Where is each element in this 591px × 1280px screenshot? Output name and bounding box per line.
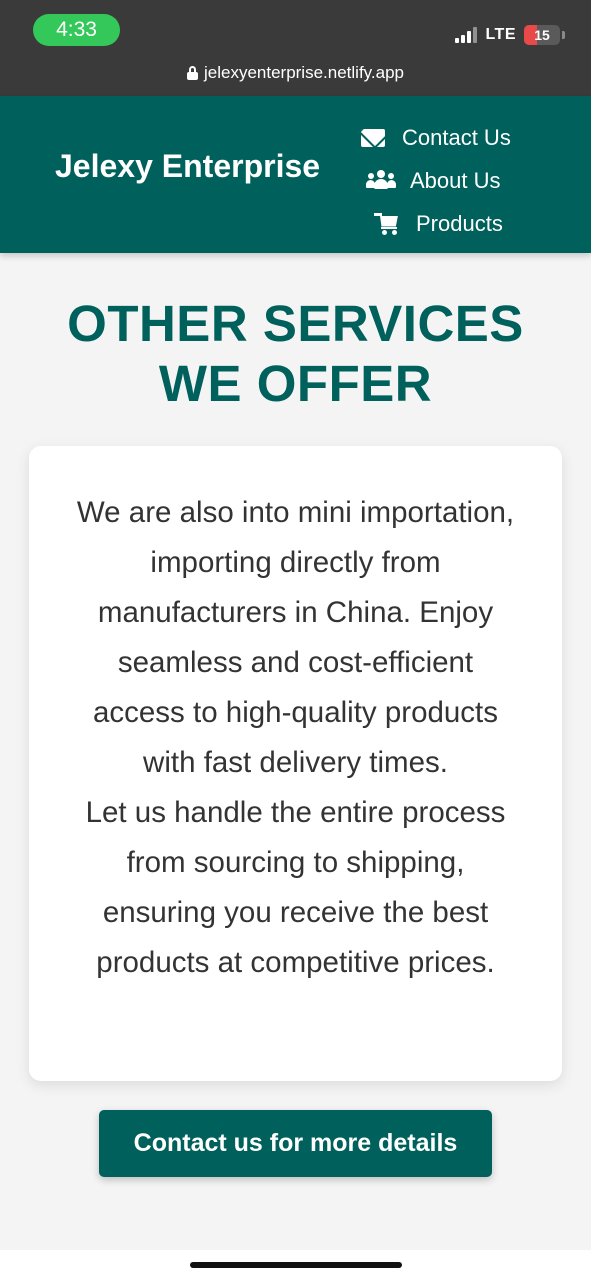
status-time: 4:33 <box>33 14 120 46</box>
services-paragraph-1: We are also into mini importation, impor… <box>76 496 515 779</box>
main-nav: Contact Us About Us Products <box>358 116 558 245</box>
nav-products[interactable]: Products <box>358 202 558 245</box>
nav-products-label: Products <box>416 210 503 236</box>
shopping-cart-icon <box>372 212 402 236</box>
status-bar: 4:33 LTE 15 jelexyenterprise.netlify.app <box>0 0 591 96</box>
section-title-line-1: OTHER SERVICES <box>67 295 524 352</box>
url-text: jelexyenterprise.netlify.app <box>203 63 404 82</box>
cellular-signal-icon <box>455 27 478 43</box>
nav-about-us-label: About Us <box>410 167 501 193</box>
nav-contact-us[interactable]: Contact Us <box>358 116 558 159</box>
services-paragraph-2: Let us handle the entire process from so… <box>85 796 506 979</box>
home-indicator[interactable] <box>190 1262 402 1268</box>
nav-about-us[interactable]: About Us <box>358 159 558 202</box>
nav-contact-us-label: Contact Us <box>402 124 511 150</box>
contact-details-button[interactable]: Contact us for more details <box>99 1110 492 1177</box>
brand-logo-text[interactable]: Jelexy Enterprise <box>55 144 320 188</box>
network-type-label: LTE <box>485 26 516 43</box>
services-card: We are also into mini importation, impor… <box>29 446 562 1081</box>
lock-icon <box>186 66 198 80</box>
services-description: We are also into mini importation, impor… <box>69 488 522 988</box>
users-icon <box>366 169 396 193</box>
battery-level-label: 15 <box>534 27 550 43</box>
address-bar[interactable]: jelexyenterprise.netlify.app <box>0 60 591 86</box>
battery-icon: 15 <box>524 25 560 45</box>
site-header: Jelexy Enterprise Contact Us About Us Pr… <box>0 96 591 253</box>
envelope-icon <box>358 126 388 150</box>
section-title-line-2: WE OFFER <box>158 355 433 412</box>
section-title: OTHER SERVICES WE OFFER <box>0 294 591 414</box>
status-indicators: LTE 15 <box>455 22 565 48</box>
